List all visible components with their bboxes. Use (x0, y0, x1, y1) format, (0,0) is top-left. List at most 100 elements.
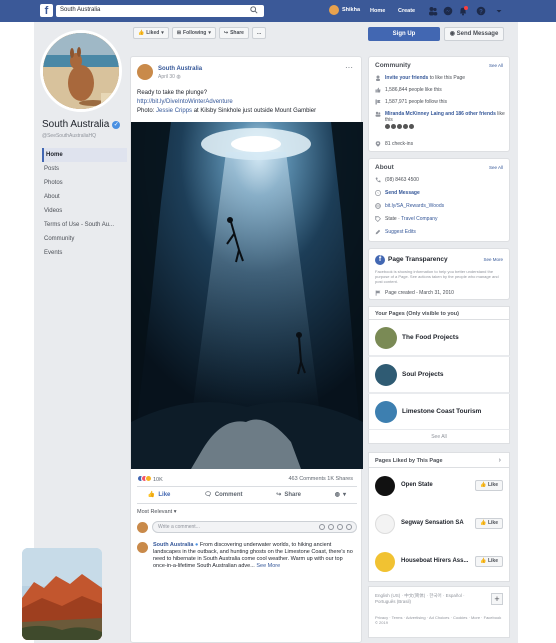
post-options-icon[interactable]: ··· (345, 63, 353, 72)
footer-links[interactable]: Privacy · Terms · Advertising · Ad Choic… (375, 615, 505, 625)
nav-item-home[interactable]: Home (42, 148, 127, 162)
post-action-bar: 👍 Like 🗨 Comment ↪ Share ◍ ▾ (131, 491, 363, 499)
friends-icon[interactable] (428, 6, 438, 16)
about-see-all[interactable]: See All (489, 165, 503, 170)
your-pages-see-all[interactable]: See All (368, 430, 510, 444)
photo-credit-prefix: Photo: (137, 108, 157, 114)
comment-input[interactable]: Write a comment... (152, 521, 357, 533)
checkins-count: 81 check-ins (385, 141, 414, 147)
share-page-button[interactable]: ↪ Share (218, 27, 249, 39)
following-button[interactable]: ⊞ Following ▾ (171, 27, 216, 39)
liked-page-item[interactable]: Houseboat Hirers Ass... 👍 Like (368, 544, 510, 582)
page-handle[interactable]: @SeeSouthAustraliaHQ (42, 133, 96, 139)
like-button[interactable]: 👍 Like (148, 491, 171, 499)
friend-avatar[interactable] (385, 124, 390, 129)
comment-author-avatar[interactable] (137, 542, 148, 553)
post-date[interactable]: April 30 ◍ (158, 74, 181, 80)
nav-item-photos[interactable]: Photos (42, 176, 127, 190)
like-page-button[interactable]: 👍 Like (475, 556, 503, 567)
friends-like-link[interactable]: Miranda McKinney Laing and 186 other fri… (385, 111, 496, 117)
facebook-icon: f (375, 255, 385, 265)
post-author-name[interactable]: South Australia (158, 66, 202, 72)
post-link[interactable]: http://bit.ly/DiveIntoWinterAdventure (137, 98, 357, 107)
thumbs-up-icon: 👍 (138, 30, 145, 36)
transparency-see-more[interactable]: See More (483, 257, 503, 262)
emoji-icon[interactable] (319, 524, 325, 530)
send-message-button[interactable]: ◉ Send Message (444, 27, 504, 41)
liked-page-item[interactable]: Open State 👍 Like (368, 468, 510, 506)
comment-author-name[interactable]: South Australia (153, 542, 193, 548)
commenter-avatar (137, 521, 148, 533)
page-actions: 👍 Liked ▾ ⊞ Following ▾ ↪ Share ... (133, 27, 267, 41)
nav-item-posts[interactable]: Posts (42, 162, 127, 176)
page-background: f South Australia Shikha Home Create ? S… (0, 0, 556, 643)
friend-avatar[interactable] (409, 124, 414, 129)
search-icon[interactable] (250, 6, 258, 14)
audience-selector[interactable]: ◍ ▾ (335, 491, 346, 498)
chevron-right-icon[interactable]: › (499, 453, 501, 469)
language-links[interactable]: English (US) · 中文(简体) · 한국어 · Español · … (375, 593, 483, 605)
nav-item-about[interactable]: About (42, 190, 127, 204)
user-name: Shikha (342, 7, 361, 13)
more-options-button[interactable]: ... (251, 27, 267, 39)
like-label: Like (487, 520, 498, 526)
post-text: Ready to take the plunge? http://bit.ly/… (137, 89, 357, 116)
comments-shares-count[interactable]: 463 Comments 1K Shares (288, 476, 353, 482)
friend-avatar[interactable] (403, 124, 408, 129)
your-page-item[interactable]: Limestone Coast Tourism (368, 394, 510, 430)
gif-icon[interactable] (337, 524, 343, 530)
notifications-icon[interactable] (458, 6, 468, 16)
post-author-avatar[interactable] (137, 64, 153, 80)
verified-badge-icon: ● (194, 542, 199, 548)
profile-link[interactable]: Shikha (329, 5, 360, 15)
tag-icon (375, 216, 381, 222)
comment-button[interactable]: 🗨 Comment (204, 491, 242, 499)
add-language-button[interactable]: + (491, 593, 503, 605)
friend-avatar[interactable] (391, 124, 396, 129)
comment-sort-dropdown[interactable]: Most Relevant ▾ (137, 509, 176, 515)
messenger-icon[interactable] (443, 6, 453, 16)
about-title: About (375, 164, 394, 171)
sign-up-button[interactable]: Sign Up (368, 27, 440, 41)
account-menu-chevron-icon[interactable] (494, 6, 504, 16)
phone-number[interactable]: (08) 8463 4500 (385, 177, 419, 183)
nav-item-community[interactable]: Community (42, 232, 127, 246)
nav-item-terms[interactable]: Terms of Use - South Au... (42, 218, 127, 232)
invite-friends-link[interactable]: Invite your friends (385, 75, 428, 81)
help-icon[interactable]: ? (476, 6, 486, 16)
community-see-all[interactable]: See All (489, 63, 503, 68)
website-link[interactable]: bit.ly/SA_Rewards_Woods (385, 203, 444, 209)
suggest-edits-link[interactable]: Suggest Edits (385, 229, 416, 235)
see-more-link[interactable]: See More (256, 563, 280, 569)
home-link[interactable]: Home (370, 8, 385, 14)
share-button[interactable]: ↪ Share (276, 491, 301, 499)
like-page-button[interactable]: 👍 Like (475, 518, 503, 529)
your-pages-header: Your Pages (Only visible to you) (368, 306, 510, 320)
post-photo[interactable] (131, 122, 363, 469)
send-message-link[interactable]: Send Message (385, 190, 420, 196)
sticker-icon[interactable] (346, 524, 352, 530)
facebook-logo-icon[interactable]: f (40, 4, 53, 17)
outback-landscape-photo (22, 548, 102, 640)
nav-item-videos[interactable]: Videos (42, 204, 127, 218)
your-page-item[interactable]: Soul Projects (368, 357, 510, 393)
profile-picture[interactable] (40, 30, 122, 112)
camera-icon[interactable] (328, 524, 334, 530)
liked-page-item[interactable]: Segway Sensation SA 👍 Like (368, 506, 510, 544)
photo-credit-link[interactable]: Jessie Cripps (156, 108, 192, 114)
liked-button[interactable]: 👍 Liked ▾ (133, 27, 169, 39)
page-title[interactable]: South Australia ✓ (42, 119, 121, 130)
comment-attachment-photo[interactable] (22, 548, 102, 640)
page-avatar (375, 476, 395, 496)
search-input[interactable]: South Australia (56, 5, 264, 17)
create-link[interactable]: Create (398, 8, 415, 14)
comment-composer: Write a comment... (137, 520, 357, 534)
category-link[interactable]: Travel Company (401, 216, 438, 222)
likes-row: 1,586,844 people like this (375, 87, 505, 93)
reactions-summary[interactable]: 10K (137, 475, 163, 484)
your-page-item[interactable]: The Food Projects (368, 320, 510, 356)
friend-avatar[interactable] (397, 124, 402, 129)
like-page-button[interactable]: 👍 Like (475, 480, 503, 491)
nav-item-events[interactable]: Events (42, 246, 127, 260)
page-transparency-title: Page Transparency (388, 256, 448, 263)
